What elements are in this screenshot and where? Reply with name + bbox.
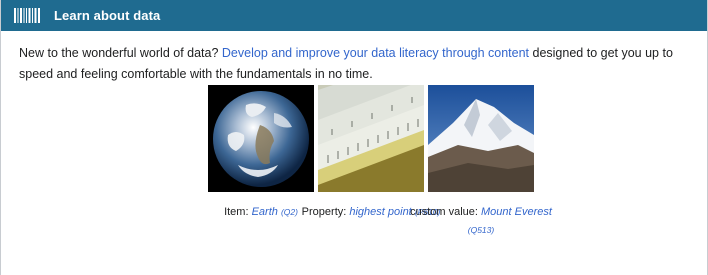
panel-header: Learn about data (1, 0, 707, 31)
property-caption-prefix: Property: (301, 206, 350, 218)
data-literacy-link[interactable]: Develop and improve your data literacy t… (222, 46, 529, 60)
earth-link[interactable]: Earth (252, 206, 278, 218)
earth-caption-prefix: Item: (224, 206, 252, 218)
figure-custom-value: custom value: Mount Everest (Q513) (410, 85, 552, 235)
mount-everest-qid[interactable]: (Q513) (468, 225, 494, 235)
barcode-icon (14, 8, 40, 23)
highest-point-link[interactable]: highest point (349, 206, 411, 218)
panel-title: Learn about data (54, 8, 161, 23)
intro-text-before: New to the wonderful world of data? (19, 46, 222, 60)
mount-everest-image[interactable] (428, 85, 534, 192)
intro-paragraph: New to the wonderful world of data? Deve… (19, 43, 703, 85)
learn-about-data-panel: Learn about data New to the wonderful wo… (0, 0, 708, 275)
custom-value-caption: custom value: Mount Everest (Q513) (406, 203, 556, 239)
custom-value-caption-prefix: custom value: (410, 206, 481, 218)
measuring-tape-image[interactable] (318, 85, 424, 192)
figure-earth: Item: Earth (Q2) (208, 85, 314, 218)
figure-property: Property: highest point (P610) (302, 85, 440, 218)
mount-everest-link[interactable]: Mount Everest (481, 206, 552, 218)
earth-image[interactable] (208, 85, 314, 192)
